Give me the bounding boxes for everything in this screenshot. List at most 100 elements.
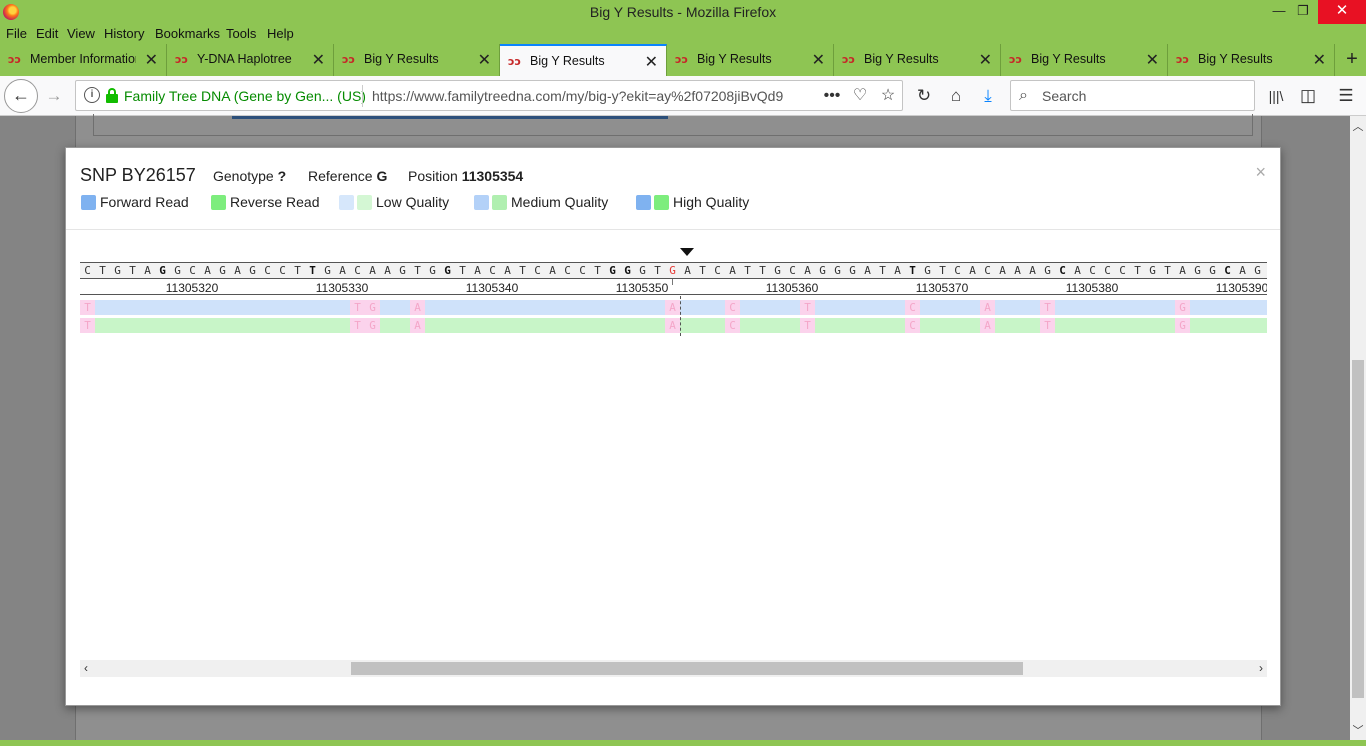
reference-base: C [279,264,286,277]
scroll-right-icon[interactable]: › [1259,661,1263,675]
reference-base: T [519,264,526,277]
tab-big-y-results[interactable]: ↄↄ Big Y Results ✕ [334,44,500,76]
viewer-scroll-thumb[interactable] [351,662,1023,675]
tab-big-y-results[interactable]: ↄↄ Big Y Results ✕ [1001,44,1168,76]
forward-read-base: A [980,300,995,315]
tab-close-icon[interactable]: ✕ [645,52,658,72]
tab-close-icon[interactable]: ✕ [812,50,825,70]
reference-base: A [1239,264,1246,277]
position-label: 11305350 [615,281,669,295]
snp-position-marker-icon [680,248,694,256]
forward-read-base: T [350,300,365,315]
reload-icon[interactable]: ↻ [912,84,936,108]
bookmark-star-icon[interactable]: ☆ [876,84,900,108]
sequence-viewer[interactable]: CTGTAGGCAGAGCCTTGACAAGTGGTACATCACCTGGGTG… [80,248,1267,338]
menu-edit[interactable]: Edit [36,26,58,41]
page-vertical-scrollbar[interactable]: ︿ ﹀ [1350,116,1366,740]
reference-value: G [376,168,388,184]
menu-tools[interactable]: Tools [226,26,256,41]
downloads-icon[interactable]: ⤓ [976,84,1000,108]
reference-base: C [1224,264,1231,277]
reference-base: G [1254,264,1261,277]
tab-close-icon[interactable]: ✕ [979,50,992,70]
tab-big-y-results[interactable]: ↄↄ Big Y Results ✕ [667,44,834,76]
reverse-read-swatch [211,195,226,210]
tab-close-icon[interactable]: ✕ [312,50,325,70]
scroll-up-icon[interactable]: ︿ [1350,118,1366,134]
reference-label: Reference [308,168,373,184]
reference-base: T [879,264,886,277]
reference-base: A [1014,264,1021,277]
legend-label: Low Quality [376,194,450,210]
tab-close-icon[interactable]: ✕ [1313,50,1326,70]
menu-history[interactable]: History [104,26,144,41]
tab-close-icon[interactable]: ✕ [1146,50,1159,70]
tab-y-dna-haplotree[interactable]: ↄↄ Y-DNA Haplotree ✕ [167,44,334,76]
position-tick [672,279,673,285]
reference-base: T [294,264,301,277]
reference-base: A [804,264,811,277]
tab-close-icon[interactable]: ✕ [478,50,491,70]
low-quality-reverse-swatch [357,195,372,210]
reference-base: C [489,264,496,277]
tab-member-information[interactable]: ↄↄ Member Information ✕ [0,44,167,76]
search-box[interactable]: ⌕ Search [1010,80,1255,111]
home-icon[interactable]: ⌂ [944,84,968,108]
scroll-down-icon[interactable]: ﹀ [1350,722,1366,738]
reverse-read-base: C [905,318,920,333]
reverse-read-base: G [365,318,380,333]
url-text[interactable]: https://www.familytreedna.com/my/big-y?e… [372,88,792,104]
reference-base: C [189,264,196,277]
site-identity[interactable]: Family Tree DNA (Gene by Gen... (US) [124,88,366,104]
back-button[interactable]: ← [4,79,38,113]
position-label: 11305340 [465,281,519,295]
library-icon[interactable]: |||\ [1264,84,1288,108]
ftdna-favicon-icon: ↄↄ [342,53,356,66]
menu-view[interactable]: View [67,26,95,41]
medium-quality-forward-swatch [474,195,489,210]
forward-button[interactable]: → [42,84,66,108]
modal-close-button[interactable]: × [1255,162,1266,183]
tab-big-y-results[interactable]: ↄↄ Big Y Results ✕ [834,44,1001,76]
reference-base: G [324,264,331,277]
tab-big-y-results-active[interactable]: ↄↄ Big Y Results ✕ [500,44,667,76]
hamburger-menu-icon[interactable]: ☰ [1334,84,1358,108]
reference-base: A [684,264,691,277]
forward-reads-row: TTGAACTCATG [80,300,1267,315]
menu-bookmarks[interactable]: Bookmarks [155,26,220,41]
url-bar[interactable]: i Family Tree DNA (Gene by Gen... (US) h… [75,80,903,111]
navigation-bar: ← → i Family Tree DNA (Gene by Gen... (U… [0,76,1366,116]
pocket-icon[interactable]: ♡ [848,84,872,108]
reference-base: T [1164,264,1171,277]
tab-label: Big Y Results [864,52,939,66]
menu-file[interactable]: File [6,26,27,41]
tab-big-y-results[interactable]: ↄↄ Big Y Results ✕ [1168,44,1335,76]
forward-read-swatch [81,195,96,210]
position-field: Position 11305354 [408,168,523,184]
close-window-button[interactable]: ✕ [1318,0,1366,24]
forward-read-base: A [665,300,680,315]
tab-close-icon[interactable]: ✕ [145,50,158,70]
forward-read-base: C [725,300,740,315]
reference-sequence-row: CTGTAGGCAGAGCCTTGACAAGTGGTACATCACCTGGGTG… [80,262,1267,279]
reference-base: G [159,264,166,277]
reference-base: C [714,264,721,277]
menu-bar: File Edit View History Bookmarks Tools H… [0,24,1366,44]
search-icon: ⌕ [1019,87,1028,104]
reference-base: T [459,264,466,277]
sidebar-icon[interactable]: ◫ [1296,84,1320,108]
viewer-horizontal-scrollbar[interactable]: ‹ › [80,660,1267,677]
info-icon[interactable]: i [84,87,100,103]
reference-base: C [354,264,361,277]
high-quality-reverse-swatch [654,195,669,210]
forward-read-base: T [800,300,815,315]
menu-help[interactable]: Help [267,26,294,41]
page-actions-icon[interactable]: ••• [820,84,844,108]
reference-base: G [219,264,226,277]
scroll-thumb[interactable] [1352,360,1364,698]
genotype-label: Genotype [213,168,274,184]
reference-base: T [699,264,706,277]
new-tab-button[interactable]: + [1338,44,1366,76]
scroll-left-icon[interactable]: ‹ [84,661,88,675]
reference-base: G [924,264,931,277]
